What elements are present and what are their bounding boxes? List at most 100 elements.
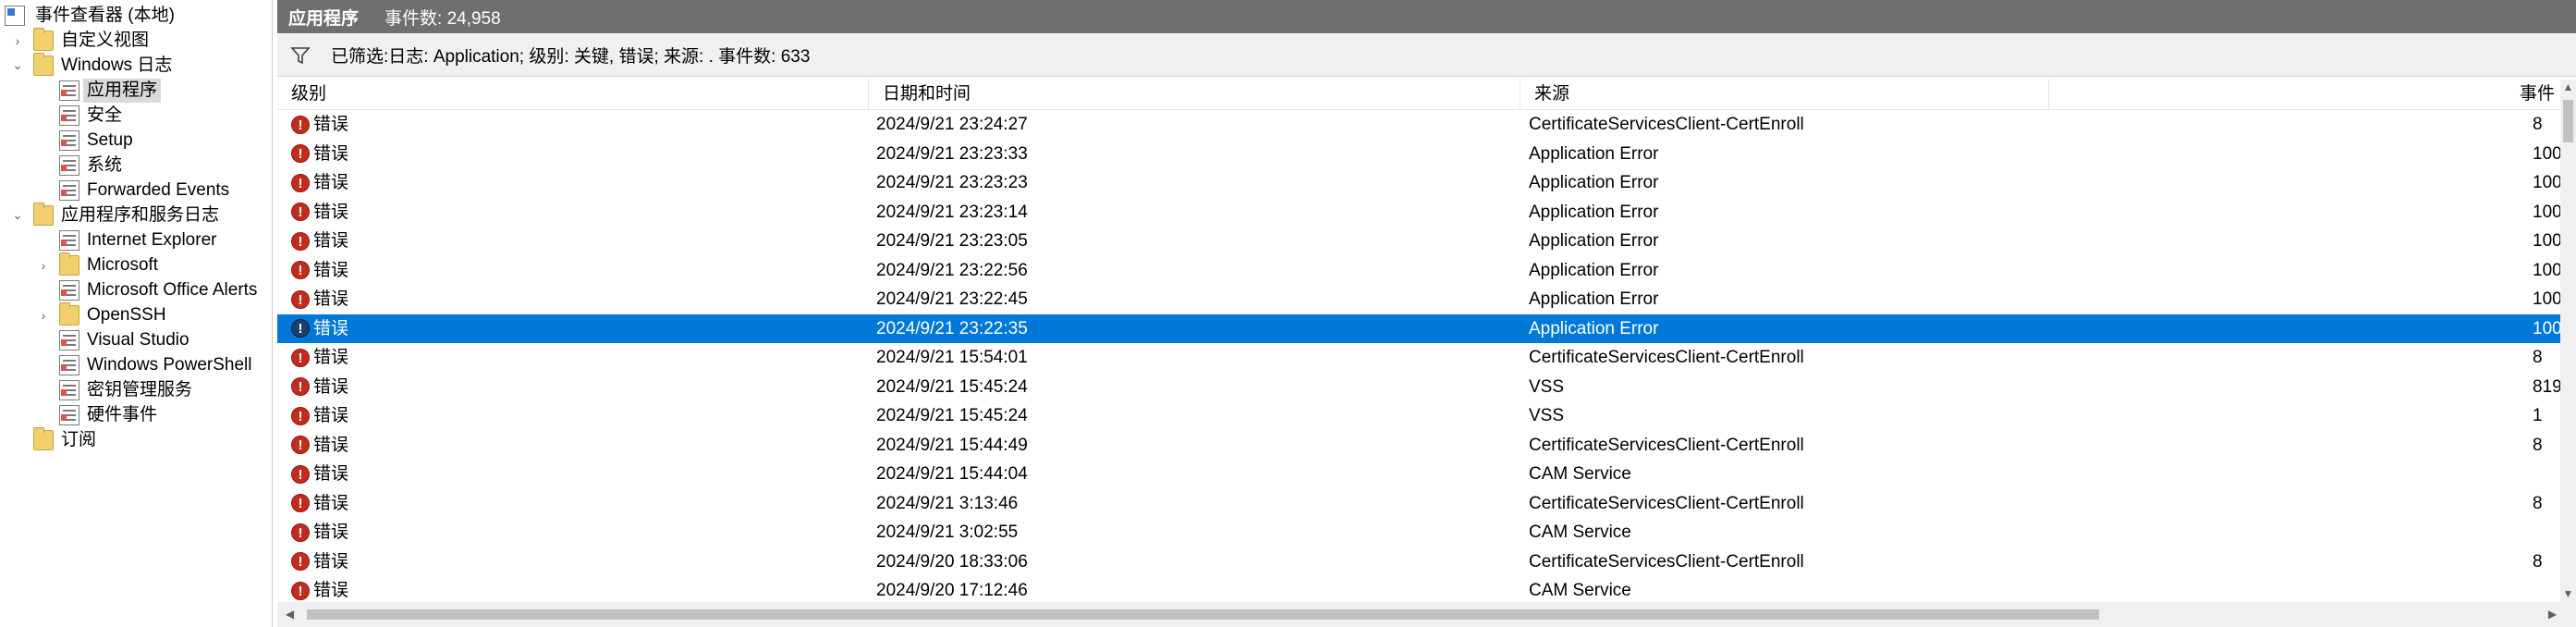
table-row[interactable]: ! 错误 2024/9/21 23:22:35 Application Error 10… bbox=[277, 314, 2560, 344]
tree-item-label: Visual Studio bbox=[87, 329, 189, 350]
vertical-scrollbar[interactable]: ▲ ▼ bbox=[2560, 80, 2576, 602]
chevron-down-icon[interactable]: ⌄ bbox=[9, 57, 26, 73]
scroll-down-icon[interactable]: ▼ bbox=[2560, 586, 2576, 602]
cell-date: 2024/9/20 18:33:06 bbox=[876, 551, 1028, 572]
tree-item-label: 应用程序和服务日志 bbox=[61, 204, 220, 225]
cell-level: ! 错误 bbox=[291, 314, 348, 344]
cell-event-id: 100 bbox=[2533, 143, 2560, 164]
cell-date: 2024/9/20 17:12:46 bbox=[876, 581, 1028, 600]
folder-icon bbox=[33, 202, 54, 226]
cell-level: ! 错误 bbox=[291, 518, 348, 547]
tree-item-label: Microsoft bbox=[87, 254, 159, 275]
log-header: 应用程序 事件数: 24,958 bbox=[277, 0, 2576, 33]
cell-event-id: 100 bbox=[2533, 173, 2560, 192]
chevron-down-icon[interactable]: ⌄ bbox=[9, 207, 26, 223]
event-list[interactable]: ! 错误 2024/9/21 23:24:27 CertificateServices… bbox=[277, 110, 2560, 602]
tree-item-label: 订阅 bbox=[61, 429, 97, 449]
cell-source: Application Error bbox=[1529, 260, 1659, 280]
table-row[interactable]: ! 错误 2024/9/21 23:23:23 Application Error 10… bbox=[277, 168, 2560, 198]
tree-item-label: 自定义视图 bbox=[61, 30, 150, 50]
error-icon: ! bbox=[291, 552, 310, 572]
table-row[interactable]: ! 错误 2024/9/21 15:45:24 VSS 1 bbox=[277, 401, 2560, 431]
error-icon: ! bbox=[291, 581, 310, 600]
table-row[interactable]: ! 错误 2024/9/21 23:23:33 Application Error 10… bbox=[277, 140, 2560, 169]
cell-source: CertificateServicesClient-CertEnroll bbox=[1529, 551, 1804, 572]
table-row[interactable]: ! 错误 2024/9/21 15:44:49 CertificateServices… bbox=[277, 431, 2560, 461]
column-header-level[interactable]: 级别 bbox=[277, 80, 869, 109]
tree-item-label: Setup bbox=[87, 129, 133, 150]
cell-level: ! 错误 bbox=[291, 431, 348, 461]
scroll-left-icon[interactable]: ◀ bbox=[282, 602, 298, 627]
folder-icon bbox=[59, 301, 79, 326]
log-title: 应用程序 bbox=[288, 8, 360, 29]
cell-date: 2024/9/21 23:23:14 bbox=[876, 202, 1028, 222]
log-icon bbox=[59, 229, 79, 251]
tree-item-label: Internet Explorer bbox=[87, 229, 217, 250]
table-row[interactable]: ! 错误 2024/9/21 23:23:05 Application Error 10… bbox=[277, 227, 2560, 256]
cell-source: Application Error bbox=[1529, 318, 1659, 338]
tree-item-label: Forwarded Events bbox=[87, 179, 230, 200]
table-row[interactable]: ! 错误 2024/9/21 3:13:46 CertificateServicesC… bbox=[277, 489, 2560, 519]
table-row[interactable]: ! 错误 2024/9/21 23:22:56 Application Error 10… bbox=[277, 256, 2560, 286]
cell-source: VSS bbox=[1529, 406, 1565, 425]
cell-source: Application Error bbox=[1529, 173, 1659, 192]
error-icon: ! bbox=[291, 406, 310, 425]
cell-source: Application Error bbox=[1529, 143, 1659, 164]
vertical-scroll-thumb[interactable] bbox=[2563, 100, 2573, 142]
table-row[interactable]: ! 错误 2024/9/21 23:23:14 Application Error 10… bbox=[277, 198, 2560, 227]
folder-icon bbox=[33, 426, 54, 450]
chevron-right-icon[interactable]: › bbox=[35, 308, 52, 323]
level-text: 错误 bbox=[313, 260, 349, 280]
cell-level: ! 错误 bbox=[291, 256, 348, 286]
tree-root-label: 事件查看器 (本地) bbox=[35, 5, 175, 25]
table-row[interactable]: ! 错误 2024/9/20 17:12:46 CAM Service bbox=[277, 576, 2560, 602]
cell-date: 2024/9/21 3:13:46 bbox=[876, 493, 1019, 513]
table-row[interactable]: ! 错误 2024/9/20 18:33:06 CertificateServices… bbox=[277, 547, 2560, 577]
cell-date: 2024/9/21 15:45:24 bbox=[876, 376, 1028, 397]
chevron-right-icon[interactable]: › bbox=[9, 33, 26, 48]
cell-level: ! 错误 bbox=[291, 168, 348, 198]
level-text: 错误 bbox=[313, 435, 349, 455]
cell-date: 2024/9/21 3:02:55 bbox=[876, 522, 1019, 542]
column-header-source[interactable]: 来源 bbox=[1520, 80, 2049, 109]
cell-source: CAM Service bbox=[1529, 581, 1631, 600]
cell-source: CAM Service bbox=[1529, 464, 1631, 484]
log-icon bbox=[59, 154, 79, 176]
level-text: 错误 bbox=[313, 115, 349, 134]
column-header-event-id[interactable]: 事件 bbox=[2049, 80, 2560, 109]
level-text: 错误 bbox=[313, 231, 349, 251]
cell-level: ! 错误 bbox=[291, 110, 348, 140]
tree-item-label: Windows 日志 bbox=[61, 55, 173, 75]
chevron-right-icon[interactable]: › bbox=[35, 258, 52, 273]
error-icon: ! bbox=[291, 231, 310, 251]
table-row[interactable]: ! 错误 2024/9/21 23:22:45 Application Error 10… bbox=[277, 285, 2560, 314]
tree-item-label: OpenSSH bbox=[87, 304, 166, 325]
cell-event-id: 1 bbox=[2533, 406, 2543, 425]
log-icon bbox=[59, 354, 79, 375]
filter-text: 已筛选:日志: Application; 级别: 关键, 错误; 来源: . 事… bbox=[331, 47, 811, 67]
cell-event-id: 8 bbox=[2533, 348, 2543, 367]
table-row[interactable]: ! 错误 2024/9/21 15:45:24 VSS 819 bbox=[277, 373, 2560, 402]
scroll-up-icon[interactable]: ▲ bbox=[2560, 80, 2576, 95]
cell-event-id bbox=[2533, 518, 2560, 547]
cell-event-id: 8 bbox=[2533, 435, 2543, 455]
cell-level: ! 错误 bbox=[291, 140, 348, 169]
navigation-tree[interactable]: 事件查看器 (本地) › 自定义视图 ⌄ Windows 日志 应用程序 安全 Setup 系… bbox=[0, 0, 273, 627]
log-icon bbox=[59, 329, 79, 350]
table-row[interactable]: ! 错误 2024/9/21 23:24:27 CertificateServices… bbox=[277, 110, 2560, 140]
table-row[interactable]: ! 错误 2024/9/21 15:54:01 CertificateServices… bbox=[277, 343, 2560, 373]
table-row[interactable]: ! 错误 2024/9/21 15:44:04 CAM Service bbox=[277, 460, 2560, 489]
column-header-date[interactable]: 日期和时间 bbox=[869, 80, 1520, 109]
cell-source: CertificateServicesClient-CertEnroll bbox=[1529, 493, 1804, 513]
error-icon: ! bbox=[291, 144, 310, 164]
cell-source: Application Error bbox=[1529, 202, 1659, 222]
cell-level: ! 错误 bbox=[291, 285, 348, 314]
cell-date: 2024/9/21 23:24:27 bbox=[876, 115, 1028, 134]
scroll-right-icon[interactable]: ▶ bbox=[2545, 602, 2560, 627]
table-row[interactable]: ! 错误 2024/9/21 3:02:55 CAM Service bbox=[277, 518, 2560, 547]
level-text: 错误 bbox=[313, 202, 349, 222]
folder-icon bbox=[59, 252, 79, 276]
cell-event-id: 100 bbox=[2533, 318, 2560, 338]
horizontal-scroll-thumb[interactable] bbox=[307, 609, 2099, 620]
horizontal-scrollbar[interactable]: ◀ ▶ bbox=[277, 602, 2560, 627]
